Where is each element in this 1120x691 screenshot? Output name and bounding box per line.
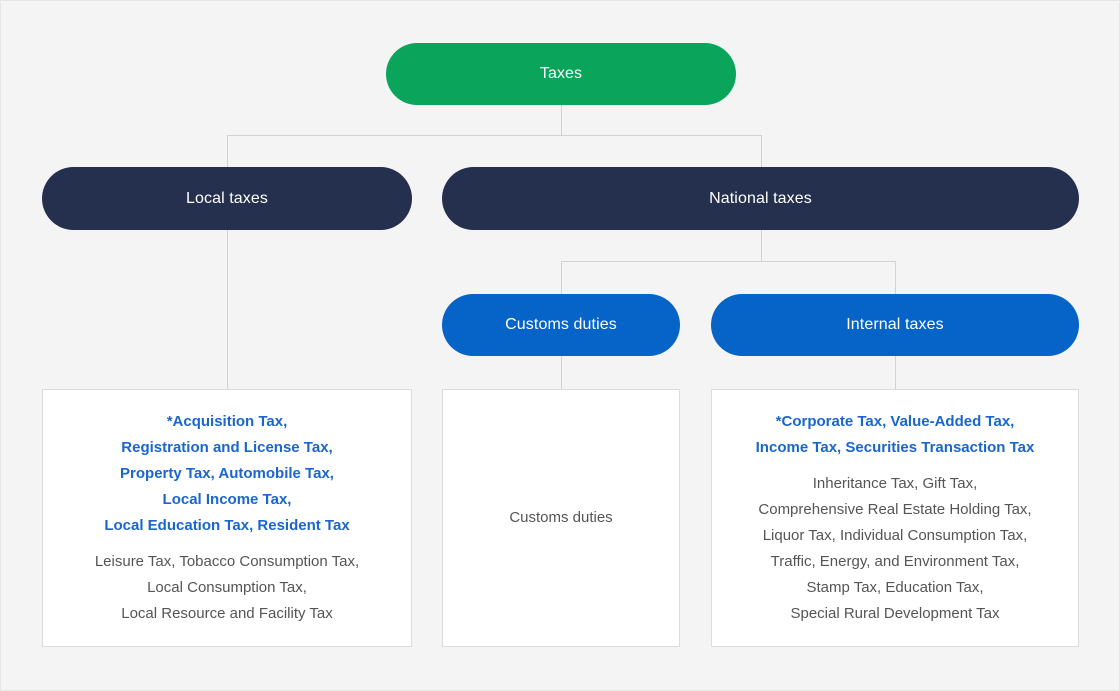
local-taxes-primary-list: *Acquisition Tax, Registration and Licen… <box>104 413 350 534</box>
connector-level3-bus <box>561 261 895 262</box>
detail-box-internal-taxes: *Corporate Tax, Value-Added Tax, Income … <box>711 389 1079 647</box>
node-taxes-label: Taxes <box>539 65 583 82</box>
tax-classification-diagram: Taxes Local taxes National taxes Customs… <box>0 0 1120 691</box>
node-internal-taxes-label: Internal taxes <box>846 316 944 333</box>
node-internal-taxes[interactable]: Internal taxes <box>711 294 1079 356</box>
connector-level2-bus <box>227 135 762 136</box>
connector-national-taxes-stem <box>761 230 762 262</box>
node-taxes[interactable]: Taxes <box>386 43 736 105</box>
node-national-taxes-label: National taxes <box>709 189 812 207</box>
node-local-taxes[interactable]: Local taxes <box>42 167 412 230</box>
detail-box-local-taxes: *Acquisition Tax, Registration and Licen… <box>42 389 412 647</box>
node-local-taxes-label: Local taxes <box>185 189 269 207</box>
internal-taxes-primary-list: *Corporate Tax, Value-Added Tax, Income … <box>755 413 1035 457</box>
node-customs-duties-label: Customs duties <box>505 316 617 333</box>
connector-root-stem <box>561 104 562 136</box>
internal-taxes-secondary-list: Inheritance Tax, Gift Tax, Comprehensive… <box>758 475 1032 622</box>
connector-internal-taxes-to-details <box>895 356 896 389</box>
connector-customs-duties-to-details <box>561 356 562 389</box>
node-customs-duties[interactable]: Customs duties <box>442 294 680 356</box>
connector-to-national-taxes <box>761 135 762 167</box>
connector-local-taxes-to-details <box>227 230 228 389</box>
node-national-taxes[interactable]: National taxes <box>442 167 1079 230</box>
connector-to-local-taxes <box>227 135 228 167</box>
detail-box-customs-duties: Customs duties <box>442 389 680 647</box>
connector-to-customs-duties <box>561 261 562 294</box>
customs-duties-list: Customs duties <box>509 509 613 527</box>
connector-to-internal-taxes <box>895 261 896 294</box>
local-taxes-secondary-list: Leisure Tax, Tobacco Consumption Tax, Lo… <box>94 552 360 622</box>
